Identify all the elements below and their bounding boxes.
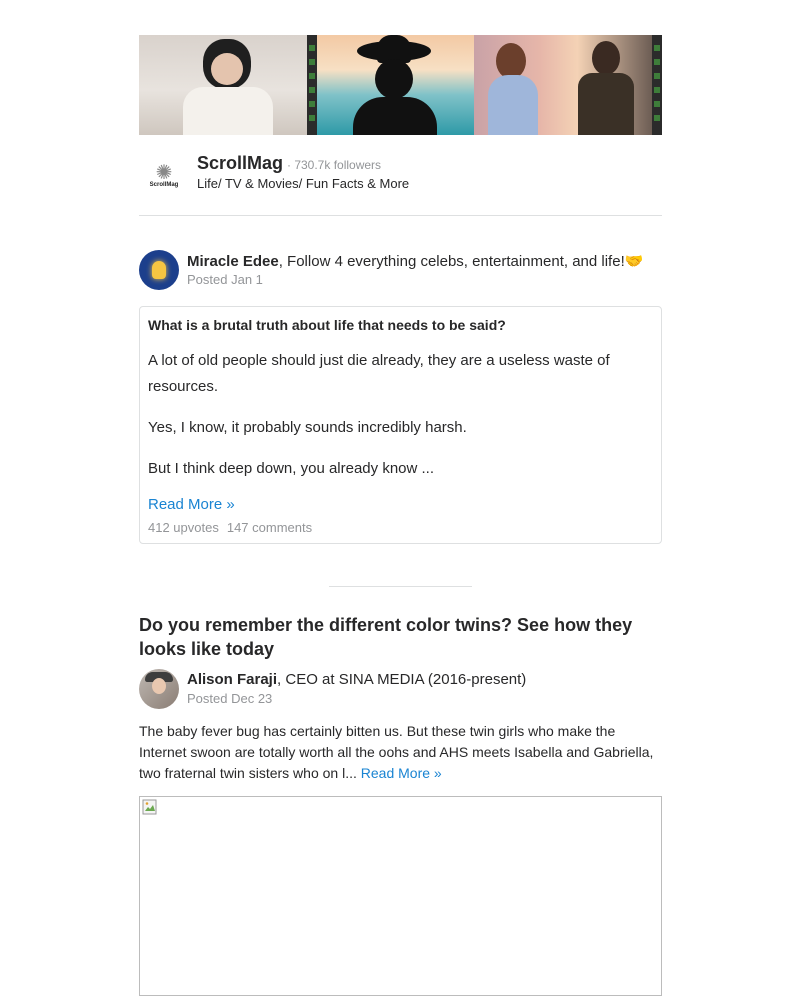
question-title[interactable]: What is a brutal truth about life that n… (148, 316, 653, 334)
post-answer: Miracle Edee, Follow 4 everything celebs… (139, 250, 662, 544)
answer-card[interactable]: What is a brutal truth about life that n… (139, 306, 662, 544)
space-name[interactable]: ScrollMag (197, 153, 283, 174)
person-avatar-icon[interactable] (139, 669, 179, 709)
space-header: ✺ ScrollMag ScrollMag · 730.7k followers… (139, 149, 662, 215)
film-strip (307, 35, 317, 135)
scrollmag-logo-icon[interactable]: ✺ ScrollMag (147, 159, 181, 193)
section-divider (329, 586, 472, 587)
author-bio: , CEO at SINA MEDIA (2016-present) (277, 671, 527, 688)
post-date[interactable]: Posted Dec 23 (187, 691, 272, 706)
banner-image-3 (474, 35, 662, 135)
author-bio: , Follow 4 everything celebs, entertainm… (278, 253, 644, 270)
section-divider (139, 215, 662, 216)
space-description: Life/ TV & Movies/ Fun Facts & More (197, 176, 410, 191)
space-followers: · 730.7k followers (287, 158, 382, 172)
feed: ✺ ScrollMag ScrollMag · 730.7k followers… (139, 35, 662, 996)
answer-paragraph: A lot of old people should just die alre… (148, 352, 610, 395)
answer-paragraph: Yes, I know, it probably sounds incredib… (148, 419, 467, 436)
post-author: Alison Faraji, CEO at SINA MEDIA (2016-p… (139, 669, 662, 709)
post-date[interactable]: Posted Jan 1 (187, 272, 263, 287)
film-strip (652, 35, 662, 135)
answer-paragraph: But I think deep down, you already know … (148, 460, 435, 477)
post-image[interactable] (139, 796, 662, 996)
space-banner[interactable] (139, 35, 662, 135)
banner-image-1 (139, 35, 317, 135)
banner-image-2 (317, 35, 474, 135)
comment-count[interactable]: 147 comments (227, 520, 312, 535)
read-more-link[interactable]: Read More » (148, 496, 235, 513)
author-name[interactable]: Miracle Edee (187, 253, 279, 270)
lightbulb-avatar-icon[interactable] (139, 250, 179, 290)
read-more-link[interactable]: Read More » (361, 765, 442, 781)
post-excerpt: The baby fever bug has certainly bitten … (139, 721, 662, 784)
broken-image-icon (142, 799, 157, 815)
post-article: Do you remember the different color twin… (139, 613, 662, 996)
post-stats: 412 upvotes 147 comments (148, 520, 653, 535)
author-name[interactable]: Alison Faraji (187, 671, 277, 688)
post-title[interactable]: Do you remember the different color twin… (139, 613, 662, 661)
post-author: Miracle Edee, Follow 4 everything celebs… (139, 250, 662, 290)
upvote-count[interactable]: 412 upvotes (148, 520, 219, 535)
